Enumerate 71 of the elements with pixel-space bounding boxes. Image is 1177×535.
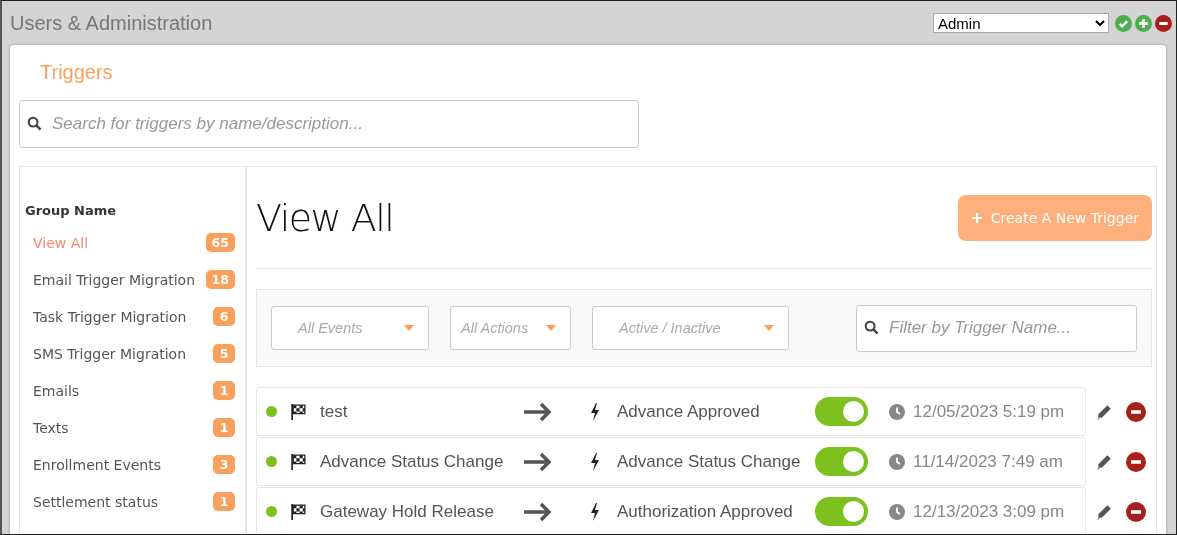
toggle-switch[interactable]	[815, 497, 868, 526]
trigger-name: test	[320, 401, 349, 422]
group-item[interactable]: Email Trigger Migration 18	[25, 261, 235, 298]
trigger-row[interactable]: Gateway Hold Release Authorization Approved 12/13/2023 3:09 pm	[256, 487, 1086, 534]
action-name: Authorization Approved	[617, 501, 794, 522]
checkered-flag-icon	[290, 403, 307, 420]
count-badge: 65	[205, 233, 235, 252]
count-badge: 1	[213, 381, 235, 400]
group-item[interactable]: Emails 1	[25, 372, 235, 409]
clock-icon	[889, 453, 905, 470]
trigger-date: 12/05/2023 5:19 pm	[913, 401, 1065, 422]
remove-icon[interactable]	[1126, 501, 1146, 522]
role-select[interactable]: Admin	[933, 13, 1109, 33]
remove-icon[interactable]	[1126, 451, 1146, 472]
trigger-date: 11/14/2023 7:49 am	[913, 451, 1063, 472]
group-label: Emails	[33, 382, 80, 399]
caret-icon	[404, 325, 414, 331]
lightning-icon	[590, 402, 600, 421]
group-label: SMS Trigger Migration	[33, 345, 187, 362]
search-icon	[864, 320, 879, 335]
pencil-icon[interactable]	[1095, 452, 1113, 471]
clock-icon	[889, 503, 905, 520]
count-badge: 3	[213, 455, 235, 474]
count-badge: 5	[213, 344, 235, 363]
trigger-name: Advance Status Change	[320, 451, 505, 472]
remove-icon[interactable]	[1155, 14, 1172, 32]
toggle-switch[interactable]	[815, 397, 868, 426]
arrow-icon	[522, 501, 554, 522]
count-badge: 6	[213, 307, 235, 326]
check-icon[interactable]	[1115, 14, 1132, 32]
pencil-icon[interactable]	[1095, 402, 1113, 421]
count-badge: 1	[213, 418, 235, 437]
group-heading: Group Name	[25, 203, 118, 218]
toggle-switch[interactable]	[815, 447, 868, 476]
trigger-name: Gateway Hold Release	[320, 501, 495, 522]
count-badge: 18	[205, 270, 235, 289]
group-label: Email Trigger Migration	[33, 271, 196, 288]
action-name: Advance Approved	[617, 401, 761, 422]
group-item[interactable]: Enrollment Events 3	[25, 446, 235, 483]
group-item[interactable]: Texts 1	[25, 409, 235, 446]
lightning-icon	[590, 452, 600, 471]
group-item[interactable]: Settlement status 1	[25, 483, 235, 520]
count-badge: 1	[213, 492, 235, 511]
trigger-date: 12/13/2023 3:09 pm	[913, 501, 1065, 522]
action-name: Advance Status Change	[617, 451, 802, 472]
checkered-flag-icon	[290, 503, 307, 520]
caret-icon	[546, 325, 556, 331]
pencil-icon[interactable]	[1095, 502, 1113, 521]
view-title: View All	[256, 195, 394, 240]
arrow-icon	[522, 451, 554, 472]
group-label: Settlement status	[33, 493, 159, 510]
group-label: Task Trigger Migration	[33, 308, 187, 325]
filter-search-field[interactable]: Filter by Trigger Name...	[856, 304, 1137, 352]
plus-icon	[970, 211, 983, 224]
page-title: Triggers	[39, 61, 114, 85]
group-item[interactable]: Task Trigger Migration 6	[25, 298, 235, 335]
search-field[interactable]: Search for triggers by name/description...	[19, 100, 639, 148]
trigger-row[interactable]: test Advance Approved 12/05/2023 5:19 pm	[256, 387, 1086, 436]
caret-icon	[764, 325, 774, 331]
group-item[interactable]: SMS Trigger Migration 5	[25, 335, 235, 372]
remove-icon[interactable]	[1126, 401, 1146, 422]
search-icon	[27, 116, 42, 131]
window-title: Users & Administration	[10, 11, 213, 35]
group-label: Enrollment Events	[33, 456, 161, 473]
group-label: Texts	[33, 419, 69, 436]
trigger-row[interactable]: Advance Status Change Advance Status Change 11/14/2023 7:49 am	[256, 437, 1086, 486]
arrow-icon	[522, 401, 554, 422]
lightning-icon	[590, 502, 600, 521]
checkered-flag-icon	[290, 453, 307, 470]
group-label: View All	[33, 234, 89, 251]
clock-icon	[889, 403, 905, 420]
